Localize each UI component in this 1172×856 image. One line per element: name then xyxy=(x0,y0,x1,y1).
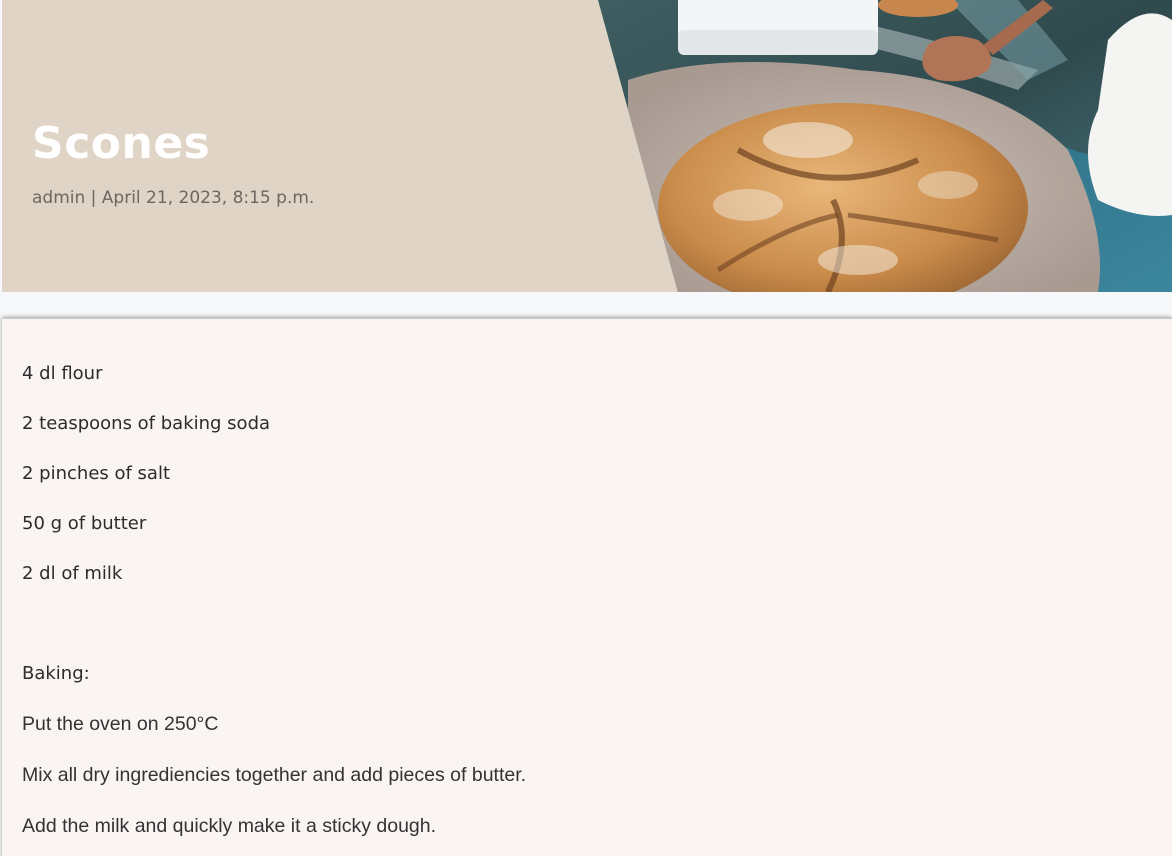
post-title: Scones xyxy=(32,118,211,169)
ingredient-item: 2 teaspoons of baking soda xyxy=(22,413,271,434)
baking-step: Add the milk and quickly make it a stick… xyxy=(22,815,437,837)
recipe-content: 4 dl flour 2 teaspoons of baking soda 2 … xyxy=(2,318,1172,856)
scones-bread-photo xyxy=(598,0,1172,292)
baking-step: Mix all dry ingrediencies together and a… xyxy=(22,764,527,786)
baking-section-label: Baking: xyxy=(22,663,90,684)
hero-photo-illustration xyxy=(598,0,1172,292)
ingredient-item: 50 g of butter xyxy=(22,513,147,534)
ingredient-item: 2 dl of milk xyxy=(22,563,123,584)
post-page: Scones admin | April 21, 2023, 8:15 p.m. xyxy=(0,0,1172,856)
post-meta: admin | April 21, 2023, 8:15 p.m. xyxy=(32,188,315,208)
post-hero: Scones admin | April 21, 2023, 8:15 p.m. xyxy=(2,0,1172,292)
ingredient-item: 2 pinches of salt xyxy=(22,463,171,484)
ingredient-item: 4 dl flour xyxy=(22,363,103,384)
baking-step: Put the oven on 250°C xyxy=(22,713,219,735)
